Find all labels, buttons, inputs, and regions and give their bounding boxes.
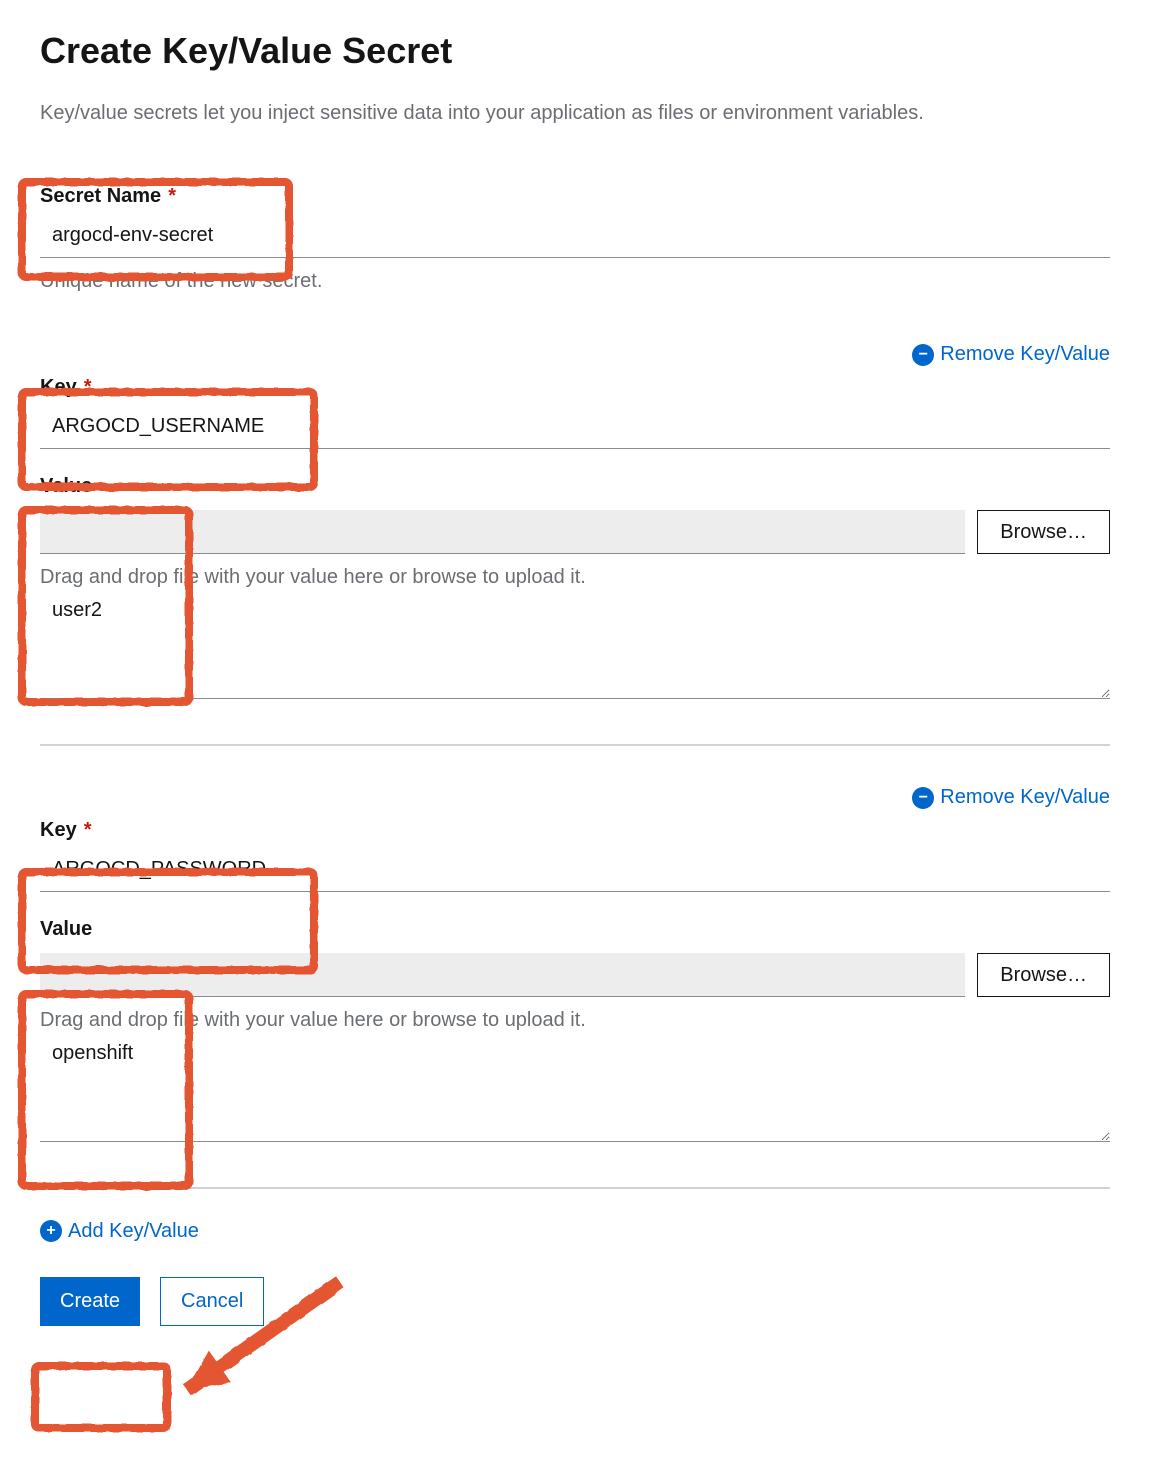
value-dropzone[interactable] (40, 510, 965, 554)
secret-name-help: Unique name of the new secret. (40, 270, 1110, 293)
key-input[interactable] (40, 848, 1110, 892)
kv-group: − Remove Key/Value Key * Value Browse… D… (40, 303, 1110, 746)
secret-name-input[interactable] (40, 214, 1110, 258)
value-field: Value Browse… Drag and drop file with yo… (40, 918, 1110, 1147)
remove-key-value-label: Remove Key/Value (940, 343, 1110, 366)
minus-circle-icon: − (912, 787, 934, 809)
key-field: Key * (40, 819, 1110, 892)
kv-group: − Remove Key/Value Key * Value Browse… D… (40, 746, 1110, 1189)
page-description: Key/value secrets let you inject sensiti… (40, 102, 1110, 125)
required-indicator: * (84, 376, 92, 399)
value-label: Value (40, 918, 92, 941)
remove-key-value-label: Remove Key/Value (940, 786, 1110, 809)
value-label: Value (40, 475, 92, 498)
action-row: Create Cancel (40, 1277, 1110, 1326)
key-label: Key (40, 376, 77, 399)
key-label: Key (40, 819, 77, 842)
minus-circle-icon: − (912, 344, 934, 366)
browse-button[interactable]: Browse… (977, 953, 1110, 997)
remove-key-value-button[interactable]: − Remove Key/Value (912, 786, 1110, 809)
required-indicator: * (168, 185, 176, 208)
value-dropzone[interactable] (40, 953, 965, 997)
browse-button[interactable]: Browse… (977, 510, 1110, 554)
annotation-box-create-btn (31, 1362, 171, 1432)
key-field: Key * (40, 376, 1110, 449)
secret-name-label: Secret Name (40, 185, 161, 208)
value-textarea[interactable]: user2 (40, 589, 1110, 699)
key-input[interactable] (40, 405, 1110, 449)
value-textarea[interactable]: openshift (40, 1032, 1110, 1142)
add-key-value-button[interactable]: + Add Key/Value (40, 1220, 199, 1243)
plus-circle-icon: + (40, 1220, 62, 1242)
required-indicator: * (84, 819, 92, 842)
page-title: Create Key/Value Secret (40, 30, 1110, 72)
add-key-value-label: Add Key/Value (68, 1220, 199, 1243)
cancel-button[interactable]: Cancel (160, 1277, 264, 1326)
value-drop-help: Drag and drop file with your value here … (40, 1009, 1110, 1032)
value-drop-help: Drag and drop file with your value here … (40, 566, 1110, 589)
create-button[interactable]: Create (40, 1277, 140, 1326)
secret-name-field: Secret Name * Unique name of the new sec… (40, 185, 1110, 293)
value-field: Value Browse… Drag and drop file with yo… (40, 475, 1110, 704)
remove-key-value-button[interactable]: − Remove Key/Value (912, 343, 1110, 366)
create-secret-form: Create Key/Value Secret Key/value secret… (0, 0, 1150, 1366)
